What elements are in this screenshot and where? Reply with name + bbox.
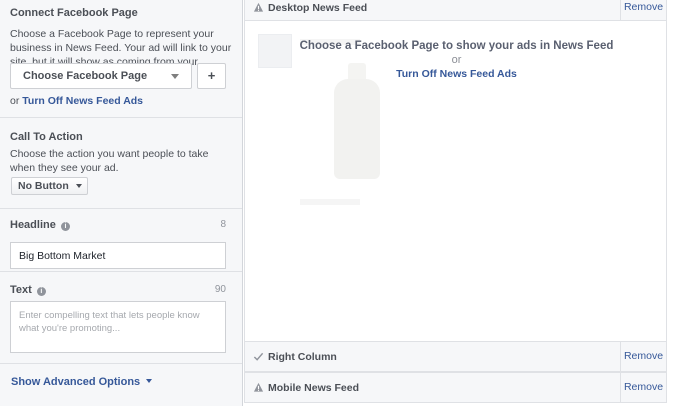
turn-off-line: or Turn Off News Feed Ads (10, 95, 143, 107)
call-to-action-description: Choose the action you want people to tak… (10, 148, 209, 174)
turn-off-news-feed-link[interactable]: Turn Off News Feed Ads (22, 95, 143, 107)
info-icon[interactable]: i (36, 287, 46, 296)
remove-right-column-button[interactable]: Remove (620, 342, 666, 371)
desktop-news-feed-bar[interactable]: Desktop News Feed Remove (244, 0, 667, 21)
chevron-down-icon (75, 184, 82, 188)
mobile-news-feed-label: Mobile News Feed (268, 382, 360, 394)
advanced-options-label: Show Advanced Options (11, 376, 141, 388)
call-to-action-section: Call To Action Choose the action you wan… (0, 118, 242, 209)
headline-label: Headline i (10, 219, 232, 231)
desktop-preview-area: Choose a Facebook Page to show your ads … (244, 21, 667, 341)
preview-turn-off-link: Turn Off News Feed Ads (245, 68, 668, 80)
scrollbar-track[interactable] (679, 0, 693, 406)
text-section: Text i 90 Enter compelling text that let… (0, 272, 242, 364)
call-to-action-dropdown[interactable]: No Button (11, 177, 88, 195)
preview-image-placeholder (334, 79, 380, 179)
show-advanced-options-link[interactable]: Show Advanced Options (11, 376, 153, 388)
headline-input[interactable]: Big Bottom Market (10, 242, 226, 269)
headline-char-count: 8 (220, 219, 226, 230)
turn-off-news-feed-link[interactable]: Turn Off News Feed Ads (396, 68, 517, 80)
checkmark-icon (253, 352, 264, 361)
remove-desktop-button[interactable]: Remove (620, 0, 666, 20)
call-to-action-value: No Button (18, 180, 69, 192)
desktop-news-feed-label: Desktop News Feed (268, 2, 368, 14)
right-column-bar[interactable]: Right Column Remove (244, 341, 667, 372)
preview-caption-placeholder (300, 199, 360, 205)
right-column-label: Right Column (268, 351, 337, 363)
warning-icon (253, 2, 264, 12)
choose-page-message: Choose a Facebook Page to show your ads … (299, 40, 614, 52)
chevron-down-icon (146, 379, 153, 383)
ad-text-input[interactable]: Enter compelling text that lets people k… (10, 301, 226, 353)
add-page-button[interactable]: + (197, 63, 226, 89)
headline-label-text: Headline (10, 219, 56, 231)
or-text: or (10, 95, 20, 107)
remove-mobile-button[interactable]: Remove (620, 373, 666, 402)
choose-page-dropdown[interactable]: Choose Facebook Page (10, 63, 192, 89)
connect-page-title: Connect Facebook Page (10, 7, 138, 19)
text-label: Text i (10, 284, 232, 296)
ad-settings-panel: Connect Facebook Page Choose a Facebook … (0, 0, 243, 406)
ad-preview-panel: Desktop News Feed Remove Choose a Facebo… (244, 0, 678, 406)
info-icon[interactable]: i (60, 222, 70, 231)
or-text: or (451, 54, 462, 66)
chevron-down-icon (171, 74, 179, 79)
headline-section: Headline i 8 Big Bottom Market (0, 209, 242, 272)
warning-icon (253, 382, 264, 392)
text-label-text: Text (10, 284, 32, 296)
text-char-count: 90 (214, 284, 226, 295)
connect-page-section: Connect Facebook Page Choose a Facebook … (0, 0, 242, 118)
mobile-news-feed-bar[interactable]: Mobile News Feed Remove (244, 372, 667, 403)
call-to-action-title: Call To Action (10, 131, 83, 143)
choose-page-label: Choose Facebook Page (23, 70, 148, 82)
